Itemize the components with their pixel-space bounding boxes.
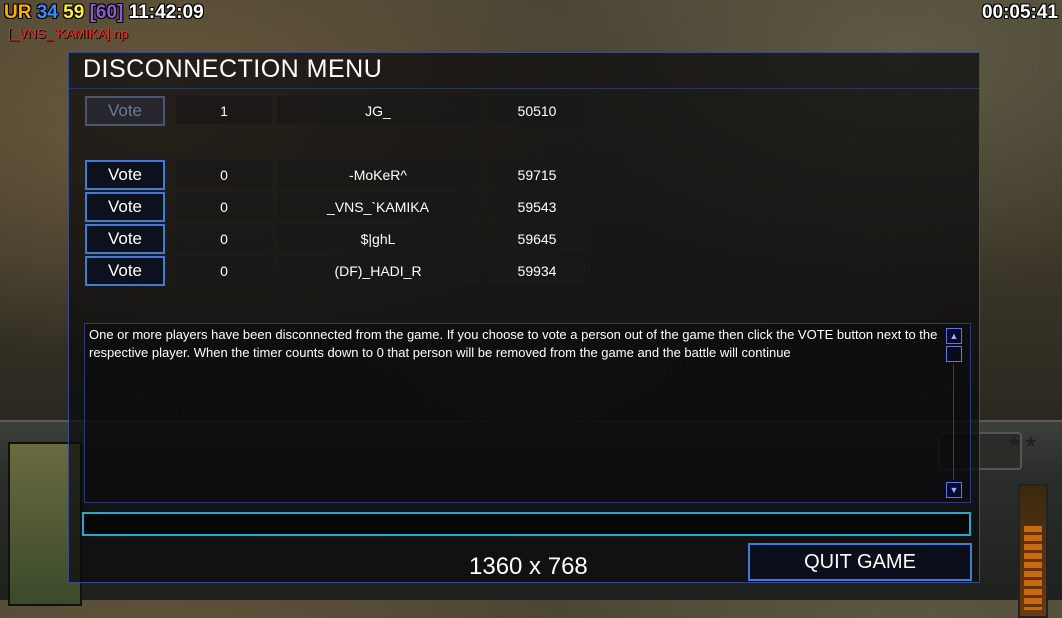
- vote-count: 0: [176, 192, 272, 220]
- arrow-down-icon[interactable]: ▼: [946, 482, 962, 498]
- system-clock: 11:42:09: [128, 2, 204, 23]
- player-name: -MoKeR^: [277, 160, 479, 188]
- vote-count: 0: [176, 256, 272, 284]
- player-name: (DF)_HADI_R: [277, 256, 479, 284]
- title-divider: [69, 88, 979, 89]
- fps-average: 59: [63, 2, 85, 23]
- disconnect-timer: 50510: [489, 96, 585, 124]
- game-timer: 00:05:41: [981, 2, 1058, 23]
- vote-button[interactable]: Vote: [85, 160, 165, 190]
- fps-current: 34: [36, 2, 58, 23]
- fps-overlay: UR 34 59 [60] 11:42:09: [4, 2, 204, 24]
- resolution-label: 1360 x 768: [469, 553, 588, 580]
- disconnect-timer: 59645: [489, 224, 585, 252]
- quit-game-button[interactable]: QUIT GAME: [748, 543, 972, 581]
- player-name: JG_: [277, 96, 479, 124]
- vote-button[interactable]: Vote: [85, 224, 165, 254]
- scroll-thumb[interactable]: [946, 346, 962, 362]
- fps-cap: [60]: [89, 2, 124, 23]
- rank-stars-icon: ★★: [1007, 434, 1040, 451]
- disconnect-timer: 59543: [489, 192, 585, 220]
- scroll-track[interactable]: [953, 364, 954, 480]
- chat-input[interactable]: [82, 512, 971, 536]
- vote-button[interactable]: Vote: [85, 96, 165, 126]
- disconnection-menu: DISCONNECTION MENU Vote 1 JG_ 50510 Vote…: [68, 52, 980, 583]
- vote-count: 0: [176, 224, 272, 252]
- power-bar-fill: [1024, 526, 1042, 610]
- vote-count: 0: [176, 160, 272, 188]
- player-name: $|ghL: [277, 224, 479, 252]
- message-box: One or more players have been disconnect…: [84, 323, 971, 503]
- player-tag: [_VNS_`KAMIKA] np: [8, 26, 128, 41]
- arrow-up-icon[interactable]: ▲: [946, 328, 962, 344]
- vote-button[interactable]: Vote: [85, 192, 165, 222]
- message-text: One or more players have been disconnect…: [89, 327, 938, 360]
- vote-count: 1: [176, 96, 272, 124]
- disconnect-timer: 59934: [489, 256, 585, 284]
- message-scrollbar[interactable]: ▲ ▼: [946, 326, 964, 500]
- disconnect-timer: 59715: [489, 160, 585, 188]
- player-name: _VNS_`KAMIKA: [277, 192, 479, 220]
- vote-button[interactable]: Vote: [85, 256, 165, 286]
- ur-label: UR: [4, 2, 32, 23]
- power-bar: [1018, 484, 1048, 618]
- menu-title: DISCONNECTION MENU: [83, 55, 383, 83]
